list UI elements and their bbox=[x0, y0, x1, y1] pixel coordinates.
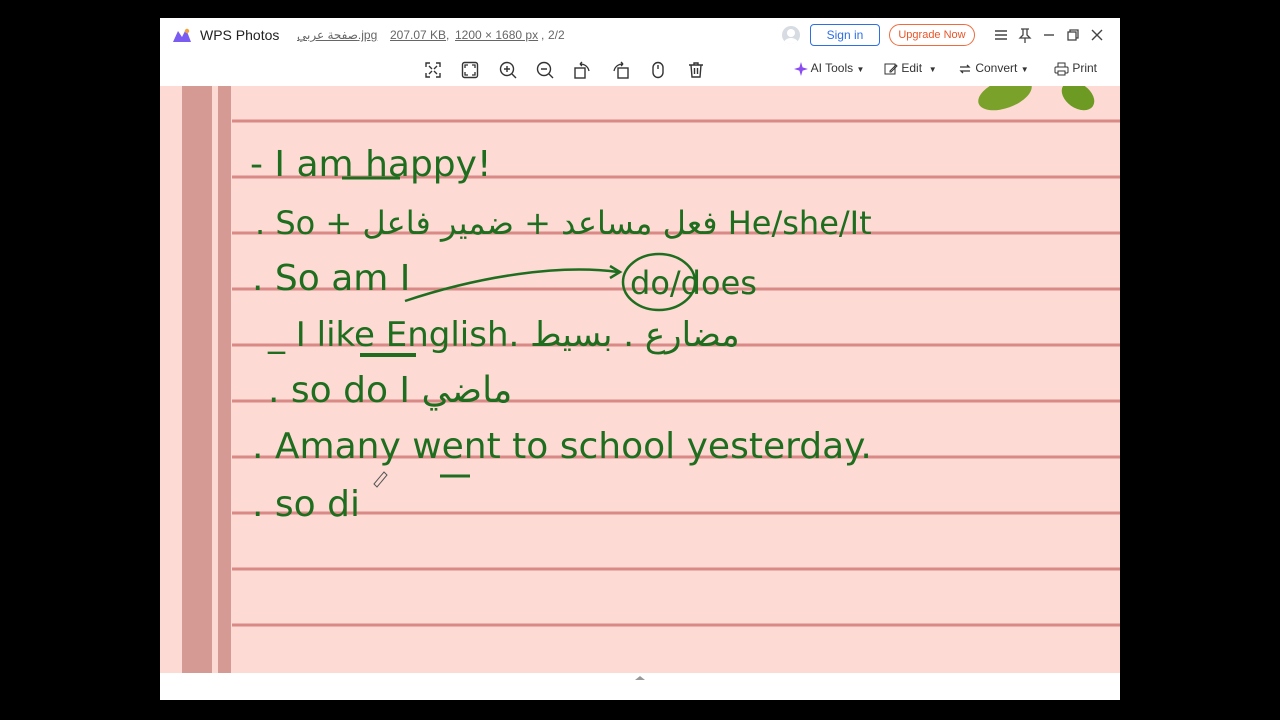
note-line-4: _ I like English. مضارع . بسيط bbox=[267, 315, 740, 355]
file-name[interactable]: صفحة عربي.jpg bbox=[297, 28, 377, 42]
bottom-bar bbox=[160, 673, 1120, 700]
chevron-down-icon: ▼ bbox=[1020, 65, 1029, 74]
chevron-down-icon: ▼ bbox=[856, 65, 865, 74]
mouse-icon[interactable] bbox=[648, 60, 668, 80]
close-icon[interactable] bbox=[1088, 26, 1106, 44]
rotate-left-icon[interactable] bbox=[572, 60, 592, 80]
note-line-5: . so do I ماضي bbox=[268, 370, 512, 411]
printer-icon bbox=[1054, 62, 1069, 76]
wps-photos-logo bbox=[173, 28, 191, 42]
notebook-page-image: - I am happy! . So + فعل مساعد + ضمير فا… bbox=[182, 86, 1120, 673]
note-line-6: . Amany went to school yesterday. bbox=[252, 426, 872, 467]
image-canvas[interactable]: - I am happy! . So + فعل مساعد + ضمير فا… bbox=[160, 86, 1120, 673]
rotate-right-icon[interactable] bbox=[611, 60, 631, 80]
file-info-separator: , bbox=[541, 28, 545, 42]
minimize-icon[interactable] bbox=[1040, 26, 1058, 44]
pin-icon[interactable] bbox=[1016, 26, 1034, 44]
convert-label: Convert bbox=[975, 61, 1018, 75]
print-button[interactable]: Print bbox=[1054, 61, 1097, 76]
app-name: WPS Photos bbox=[200, 27, 280, 43]
file-size: 207.07 KB bbox=[390, 28, 447, 42]
fit-window-icon[interactable] bbox=[460, 60, 480, 80]
chevron-up-icon[interactable] bbox=[630, 675, 650, 681]
image-toolbar: AI Tools ▼ Edit ▼ Convert ▼ Print bbox=[160, 52, 1120, 86]
upgrade-now-button[interactable]: Upgrade Now bbox=[889, 24, 975, 46]
chevron-down-icon: ▼ bbox=[928, 65, 937, 74]
file-info-separator: , bbox=[446, 28, 450, 42]
convert-icon bbox=[959, 64, 971, 74]
edit-label: Edit bbox=[901, 61, 923, 75]
user-avatar-icon[interactable] bbox=[782, 26, 800, 44]
app-window: WPS Photos صفحة عربي.jpg 207.07 KB , 120… bbox=[160, 18, 1120, 700]
print-label: Print bbox=[1072, 61, 1098, 75]
ai-tools-menu[interactable]: AI Tools ▼ bbox=[794, 61, 864, 76]
zoom-out-icon[interactable] bbox=[535, 60, 555, 80]
menu-icon[interactable] bbox=[992, 26, 1010, 44]
zoom-in-icon[interactable] bbox=[498, 60, 518, 80]
delete-icon[interactable] bbox=[686, 60, 706, 80]
ai-tools-label: AI Tools bbox=[810, 61, 854, 75]
restore-icon[interactable] bbox=[1064, 26, 1082, 44]
note-line-1: - I am happy! bbox=[250, 144, 491, 185]
note-line-do-does: do/does bbox=[630, 264, 757, 302]
edit-menu[interactable]: Edit ▼ bbox=[884, 61, 937, 76]
sign-in-button[interactable]: Sign in bbox=[810, 24, 880, 46]
note-line-7: . so di bbox=[252, 484, 360, 525]
page-counter: 2/2 bbox=[548, 28, 565, 42]
title-bar: WPS Photos صفحة عربي.jpg 207.07 KB , 120… bbox=[160, 18, 1120, 52]
edit-icon bbox=[884, 63, 898, 75]
note-line-2: . So + فعل مساعد + ضمير فاعل He/she/It bbox=[255, 204, 872, 242]
sparkle-icon bbox=[794, 61, 808, 76]
convert-menu[interactable]: Convert ▼ bbox=[958, 61, 1029, 76]
fullscreen-icon[interactable] bbox=[423, 60, 443, 80]
note-line-3: . So am I bbox=[252, 258, 410, 299]
image-dimensions: 1200 × 1680 px bbox=[455, 28, 539, 42]
